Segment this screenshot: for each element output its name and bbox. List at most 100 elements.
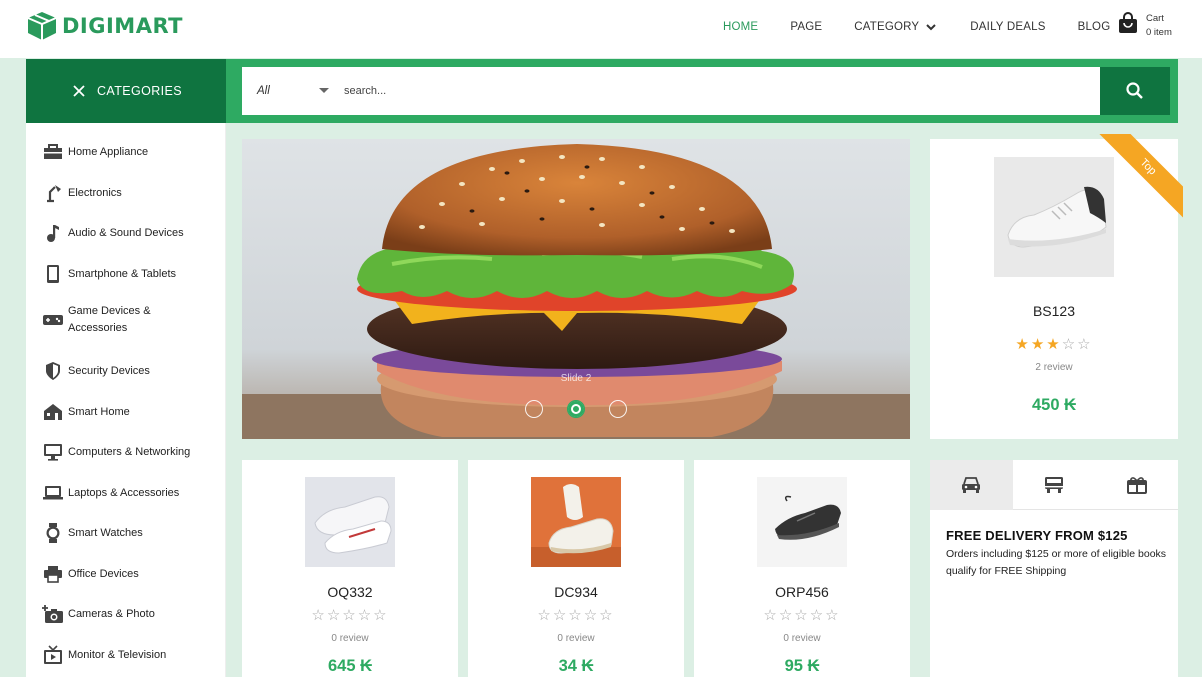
rating-stars: ☆☆☆☆☆ <box>311 607 389 624</box>
search-box: All <box>242 67 1170 115</box>
categories-toggle[interactable]: CATEGORIES <box>26 59 226 123</box>
review-count[interactable]: 0 review <box>468 633 684 644</box>
box-logo-icon <box>27 12 57 40</box>
header: DIGIMART HOME PAGE CATEGORY DAILY DEALS … <box>0 0 1202 58</box>
product-price: 645 ₭ <box>327 657 373 675</box>
tv-icon <box>42 644 64 666</box>
sidebar-item-label: Smartphone & Tablets <box>68 267 177 280</box>
chevron-down-icon <box>926 24 937 31</box>
sidebar-item-label: Laptops & Accessories <box>68 486 180 499</box>
sidebar-item-office-devices[interactable]: Office Devices <box>42 563 139 585</box>
sidebar-item-laptops[interactable]: Laptops & Accessories <box>42 482 179 504</box>
sidebar-item-security[interactable]: Security Devices <box>42 360 150 382</box>
review-count[interactable]: 0 review <box>242 633 458 644</box>
main-nav: HOME PAGE CATEGORY DAILY DEALS BLOG <box>723 20 1142 34</box>
nav-page[interactable]: PAGE <box>790 21 822 33</box>
review-count[interactable]: 0 review <box>694 633 910 644</box>
smartphone-icon <box>42 263 64 285</box>
camera-icon <box>42 603 64 625</box>
cart[interactable]: Cart 0 item <box>1118 12 1172 40</box>
nav-home[interactable]: HOME <box>723 21 758 33</box>
product-image <box>994 157 1114 277</box>
nav-daily-deals[interactable]: DAILY DEALS <box>970 21 1045 33</box>
tab-gift[interactable] <box>1095 460 1178 510</box>
sidebar-item-label: Electronics <box>68 186 122 199</box>
smart-home-icon <box>42 401 64 423</box>
featured-product-card[interactable]: Top BS123 ★★★☆☆ 2 review 450 ₭ <box>930 134 1183 439</box>
rating-stars: ☆☆☆☆☆ <box>763 607 841 624</box>
product-card[interactable]: ORP456 ☆☆☆☆☆ 0 review 95 ₭ <box>694 460 910 677</box>
product-price: 95 ₭ <box>784 657 820 675</box>
gift-icon <box>1126 477 1147 494</box>
sidebar-item-home-appliance[interactable]: Home Appliance <box>42 141 148 163</box>
rating-stars: ★★★☆☆ <box>1015 336 1093 353</box>
product-name: BS123 <box>1032 303 1076 319</box>
sidebar-item-smart-home[interactable]: Smart Home <box>42 401 130 423</box>
sidebar-item-computers[interactable]: Computers & Networking <box>42 441 190 463</box>
slider-dots <box>525 400 627 418</box>
shield-icon <box>42 360 64 382</box>
search-button[interactable] <box>1100 67 1170 115</box>
sidebar-item-smartphone[interactable]: Smartphone & Tablets <box>42 263 176 285</box>
delivery-tabs <box>930 460 1178 510</box>
sidebar-item-game-devices[interactable]: Game Devices & Accessories <box>42 303 168 337</box>
search-bar-wrap: CATEGORIES All <box>26 59 1178 123</box>
category-sidebar: Home Appliance Electronics Audio & Sound… <box>26 123 226 677</box>
nav-blog[interactable]: BLOG <box>1078 21 1111 33</box>
sidebar-item-label: Cameras & Photo <box>68 607 155 620</box>
sidebar-item-label: Office Devices <box>68 567 139 580</box>
burger-image <box>242 139 910 439</box>
caret-down-icon <box>319 88 329 93</box>
sidebar-item-label: Monitor & Television <box>68 648 167 661</box>
slide-label: Slide 2 <box>560 373 592 384</box>
music-note-icon <box>42 222 64 244</box>
product-image <box>757 477 847 567</box>
sidebar-item-label: Smart Watches <box>68 526 143 539</box>
laptop-icon <box>42 482 64 504</box>
sidebar-item-label: Home Appliance <box>68 145 149 158</box>
sidebar-item-label: Audio & Sound Devices <box>68 226 184 239</box>
sidebar-item-monitor-tv[interactable]: Monitor & Television <box>42 644 166 666</box>
slider-dot-3[interactable] <box>609 400 627 418</box>
sidebar-item-cameras[interactable]: Cameras & Photo <box>42 603 155 625</box>
cart-count: 0 item <box>1146 27 1172 38</box>
hero-slider[interactable]: Slide 2 <box>242 139 910 439</box>
tab-transport[interactable] <box>1013 460 1096 510</box>
product-card[interactable]: DC934 ☆☆☆☆☆ 0 review 34 ₭ <box>468 460 684 677</box>
delivery-title: FREE DELIVERY FROM $125 <box>946 528 1128 543</box>
review-count[interactable]: 2 review <box>930 362 1178 373</box>
slider-dot-1[interactable] <box>525 400 543 418</box>
sidebar-item-label: Smart Home <box>68 405 130 418</box>
monitor-icon <box>42 441 64 463</box>
product-name: DC934 <box>554 584 598 600</box>
delivery-info-box: FREE DELIVERY FROM $125 Orders including… <box>930 460 1178 677</box>
sidebar-item-smart-watches[interactable]: Smart Watches <box>42 522 143 544</box>
nav-category[interactable]: CATEGORY <box>854 20 938 34</box>
categories-label: CATEGORIES <box>97 84 183 98</box>
nav-category-label: CATEGORY <box>854 21 920 33</box>
product-name: ORP456 <box>775 584 829 600</box>
product-price: 34 ₭ <box>558 657 594 675</box>
search-scope-select[interactable]: All <box>257 67 337 115</box>
sidebar-item-audio[interactable]: Audio & Sound Devices <box>42 222 184 244</box>
desk-lamp-icon <box>42 182 64 204</box>
search-input[interactable] <box>344 81 1084 101</box>
search-icon <box>1126 82 1143 99</box>
product-price: 450 ₭ <box>1031 396 1077 414</box>
close-icon <box>73 85 85 97</box>
car-icon <box>962 477 981 493</box>
sidebar-item-electronics[interactable]: Electronics <box>42 182 122 204</box>
product-card[interactable]: OQ332 ☆☆☆☆☆ 0 review 645 ₭ <box>242 460 458 677</box>
delivery-text: Orders including $125 or more of eligibl… <box>946 548 1167 577</box>
toolbox-icon <box>42 141 64 163</box>
cart-label: Cart <box>1146 13 1164 24</box>
logo[interactable]: DIGIMART <box>26 11 183 41</box>
sidebar-item-label: Security Devices <box>68 364 150 377</box>
slider-dot-2[interactable] <box>567 400 585 418</box>
tab-delivery[interactable] <box>930 460 1013 510</box>
rating-stars: ☆☆☆☆☆ <box>537 607 615 624</box>
brand-name: DIGIMART <box>62 14 183 38</box>
product-image <box>531 477 621 567</box>
bus-icon <box>1045 477 1063 493</box>
product-image <box>305 477 395 567</box>
